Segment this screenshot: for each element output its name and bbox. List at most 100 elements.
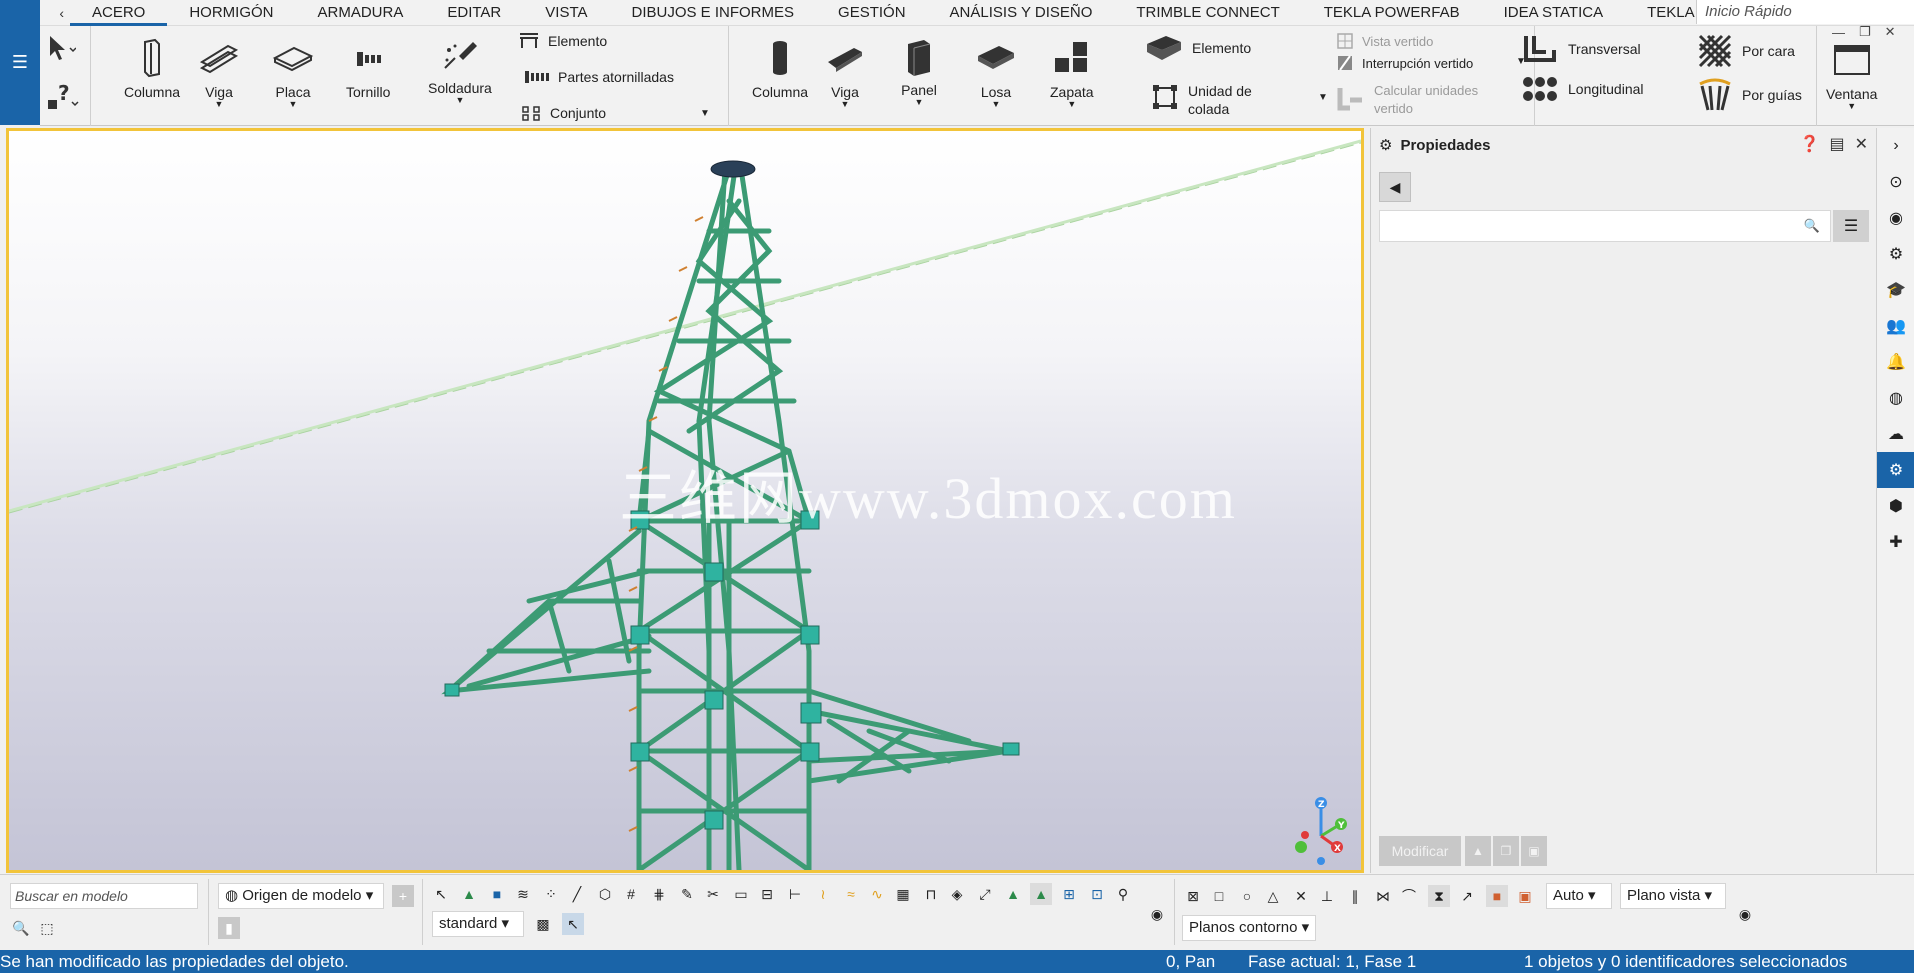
- select-parts-icon[interactable]: ■: [486, 883, 508, 905]
- properties-menu-button[interactable]: ☰: [1833, 210, 1869, 242]
- side-tab-model-objects[interactable]: ⊙: [1877, 164, 1914, 200]
- weld-button[interactable]: Soldadura ▼: [428, 34, 492, 105]
- select-objects-in-assemblies-icon[interactable]: ▲: [1030, 883, 1052, 905]
- tab-analisis-diseno[interactable]: ANÁLISIS Y DISEÑO: [928, 0, 1115, 26]
- model-search-input[interactable]: Buscar en modelo: [10, 883, 198, 909]
- tab-dibujos-informes[interactable]: DIBUJOS E INFORMES: [610, 0, 817, 26]
- add-plane-button[interactable]: +: [392, 885, 414, 907]
- snap-line-icon[interactable]: ⌒: [1398, 885, 1420, 907]
- select-points-icon[interactable]: ⁘: [540, 883, 562, 905]
- select-objects-in-components-icon[interactable]: ▲: [1002, 883, 1024, 905]
- select-gridline-icon[interactable]: ⋕: [648, 883, 670, 905]
- axis-gizmo-icon[interactable]: Z Y X: [1281, 791, 1361, 871]
- select-magnet-icon[interactable]: ⊓: [920, 883, 942, 905]
- concrete-component-button[interactable]: Elemento: [1144, 34, 1251, 62]
- snap-visibility-eye-icon[interactable]: ◉: [1734, 903, 1756, 925]
- modify-button[interactable]: Modificar: [1379, 836, 1461, 866]
- side-tab-applications[interactable]: ✚: [1877, 524, 1914, 560]
- properties-search-input[interactable]: 🔍: [1379, 210, 1831, 242]
- tab-acero[interactable]: ACERO: [70, 0, 168, 26]
- select-drawing-icon[interactable]: ▦: [892, 883, 914, 905]
- tab-vista[interactable]: VISTA: [523, 0, 609, 26]
- footing-button[interactable]: Zapata ▼: [1050, 38, 1094, 109]
- select-zoom-icon[interactable]: ⚲: [1112, 883, 1134, 905]
- select-layers-icon[interactable]: ◈: [946, 883, 968, 905]
- tab-tekla-powerfab[interactable]: TEKLA POWERFAB: [1302, 0, 1482, 26]
- select-pointer-icon[interactable]: ↖: [562, 913, 584, 935]
- calculate-pour-units-button[interactable]: Calcular unidades vertido: [1336, 82, 1478, 118]
- window-button[interactable]: Ventana ▼: [1826, 40, 1877, 111]
- select-bolt-group-icon[interactable]: ⊟: [756, 883, 778, 905]
- snap-override-1-icon[interactable]: ■: [1486, 885, 1508, 907]
- longitudinal-rebar-button[interactable]: Longitudinal: [1520, 74, 1644, 104]
- concrete-beam-button[interactable]: Viga ▼: [824, 38, 866, 109]
- paste-button[interactable]: ▣: [1521, 836, 1547, 866]
- select-line-icon[interactable]: ╱: [566, 883, 588, 905]
- concrete-slab-button[interactable]: Losa ▼: [975, 38, 1017, 109]
- select-components-icon[interactable]: ▲: [458, 883, 480, 905]
- file-menu-button[interactable]: ☰: [0, 0, 40, 125]
- rebar-by-face-button[interactable]: Por cara: [1696, 32, 1795, 70]
- tab-idea-statica[interactable]: IDEA STATICA: [1482, 0, 1625, 26]
- select-grid-icon[interactable]: #: [620, 883, 642, 905]
- snap-override-2-icon[interactable]: ▣: [1514, 885, 1536, 907]
- close-window-icon[interactable]: ✕: [1885, 24, 1896, 40]
- filter-settings-icon[interactable]: ▩: [532, 913, 554, 935]
- model-3d-view[interactable]: 三维网www.3dmox.com Z Y X: [6, 128, 1364, 873]
- side-tab-notifications[interactable]: 🔔: [1877, 344, 1914, 380]
- concrete-column-button[interactable]: Columna: [752, 38, 808, 100]
- steel-plate-button[interactable]: Placa ▼: [272, 38, 314, 109]
- pour-break-button[interactable]: Interrupción vertido: [1336, 54, 1473, 72]
- bolt-button[interactable]: Tornillo: [346, 38, 390, 100]
- select-surface-icon[interactable]: ≋: [512, 883, 534, 905]
- select-view-icon[interactable]: ▭: [730, 883, 752, 905]
- select-tool-button[interactable]: [46, 34, 76, 62]
- steel-beam-button[interactable]: Viga ▼: [198, 38, 240, 109]
- side-tab-users[interactable]: 👥: [1877, 308, 1914, 344]
- tab-editar[interactable]: EDITAR: [425, 0, 523, 26]
- copy-button[interactable]: ❐: [1493, 836, 1519, 866]
- select-strand-icon[interactable]: ∿: [866, 883, 888, 905]
- tab-gestion[interactable]: GESTIÓN: [816, 0, 928, 26]
- snap-intersection-icon[interactable]: ✕: [1290, 885, 1312, 907]
- snap-parallel-icon[interactable]: ∥: [1344, 885, 1366, 907]
- view-plane-select[interactable]: Plano vista ▾: [1620, 883, 1726, 909]
- pour-unit-dropdown[interactable]: ▼: [1318, 92, 1328, 103]
- collapse-panel-button[interactable]: ›: [1877, 128, 1914, 164]
- status-phase[interactable]: Fase actual: 1, Fase 1: [1248, 950, 1416, 973]
- side-tab-cloud[interactable]: ☁: [1877, 416, 1914, 452]
- pour-unit-button[interactable]: Unidad de colada: [1150, 82, 1252, 118]
- transverse-rebar-button[interactable]: Transversal: [1520, 32, 1641, 66]
- delete-plane-button[interactable]: ▮: [218, 917, 240, 939]
- work-plane-select[interactable]: ◍ Origen de modelo ▾: [218, 883, 384, 909]
- layout-icon[interactable]: ▤: [1829, 134, 1844, 154]
- bolted-parts-button[interactable]: Partes atornilladas: [524, 68, 674, 86]
- snap-nearest-icon[interactable]: ⋈: [1372, 885, 1394, 907]
- tab-armadura[interactable]: ARMADURA: [296, 0, 426, 26]
- select-cut-icon[interactable]: ✂: [702, 883, 724, 905]
- snap-reference-lines-icon[interactable]: ⊠: [1182, 885, 1204, 907]
- side-tab-learning[interactable]: 🎓: [1877, 272, 1914, 308]
- side-tab-views[interactable]: ◉: [1877, 200, 1914, 236]
- search-icon[interactable]: 🔍: [10, 917, 32, 939]
- help-icon[interactable]: ❓: [1800, 134, 1820, 154]
- steel-group-expand[interactable]: ▼: [700, 108, 710, 119]
- select-brush-icon[interactable]: ⤢: [974, 883, 996, 905]
- snap-geometry-lines-icon[interactable]: □: [1208, 885, 1230, 907]
- steel-column-button[interactable]: Columna: [124, 38, 180, 100]
- select-reinforcement-icon[interactable]: ≀: [812, 883, 834, 905]
- assembly-button[interactable]: Conjunto: [520, 104, 606, 122]
- side-tab-properties[interactable]: ⚙: [1877, 452, 1914, 488]
- snap-perpendicular-icon[interactable]: ⊥: [1316, 885, 1338, 907]
- pick-button[interactable]: ▲: [1465, 836, 1491, 866]
- select-assembly-icon[interactable]: ⊞: [1058, 883, 1080, 905]
- tab-trimble-connect[interactable]: TRIMBLE CONNECT: [1114, 0, 1301, 26]
- tab-hormigon[interactable]: HORMIGÓN: [167, 0, 295, 26]
- pour-view-button[interactable]: Vista vertido: [1336, 32, 1433, 50]
- outline-planes-select[interactable]: Planos contorno ▾: [1182, 915, 1316, 941]
- concrete-panel-button[interactable]: Panel ▼: [898, 36, 940, 107]
- select-weld-icon[interactable]: ✎: [676, 883, 698, 905]
- side-tab-3d-objects[interactable]: ⬢: [1877, 488, 1914, 524]
- select-rebar-icon[interactable]: ≈: [840, 883, 862, 905]
- snap-depth-select[interactable]: Auto ▾: [1546, 883, 1612, 909]
